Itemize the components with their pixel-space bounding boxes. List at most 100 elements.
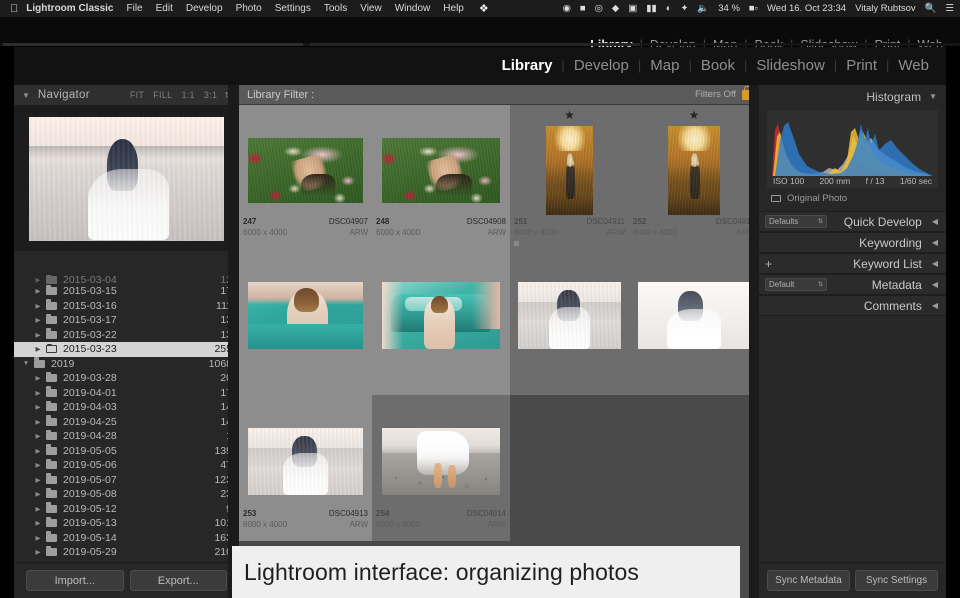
- module-library[interactable]: Library: [493, 57, 562, 74]
- export-button[interactable]: Export...: [129, 570, 227, 591]
- menu-app-name[interactable]: Lightroom Classic: [26, 3, 113, 14]
- triangle-left-icon[interactable]: ◀: [932, 259, 938, 268]
- triangle-right-icon[interactable]: ▶: [30, 403, 46, 411]
- star-rating-icon[interactable]: ★: [564, 108, 575, 122]
- folder-row[interactable]: ▶ 2019-05-05 139: [14, 444, 239, 459]
- triangle-down-icon[interactable]: ▼: [929, 92, 937, 101]
- folder-row[interactable]: ▶ 2019-05-14 163: [14, 531, 239, 546]
- menubar-clock[interactable]: Wed 16. Oct 23:34: [767, 3, 846, 14]
- library-filter-bar[interactable]: Library Filter : Filters Off: [239, 85, 759, 105]
- folder-row[interactable]: ▶ 2015-03-15 17: [14, 284, 239, 299]
- folder-row[interactable]: ▶2019-05-129: [14, 502, 239, 517]
- triangle-right-icon[interactable]: ▶: [30, 276, 46, 284]
- thumbnail-cell[interactable]: 248 DSC04908 6000 x 4000 ARW: [372, 105, 510, 249]
- zoom-mode-3-1[interactable]: 3:1: [204, 90, 217, 100]
- thumbnail-cell[interactable]: [372, 249, 510, 395]
- menu-item-help[interactable]: Help: [443, 3, 464, 14]
- sync-settings-button[interactable]: Sync Settings: [855, 570, 938, 591]
- menu-item-file[interactable]: File: [127, 3, 143, 14]
- module-print[interactable]: Print: [837, 57, 886, 74]
- menu-item-photo[interactable]: Photo: [236, 3, 262, 14]
- module-map[interactable]: Map: [641, 57, 688, 74]
- search-icon[interactable]: 🔍: [925, 3, 937, 14]
- triangle-right-icon[interactable]: ▶: [30, 302, 46, 310]
- left-panel-scrollbar[interactable]: [228, 85, 239, 598]
- display-icon[interactable]: ▣: [628, 3, 637, 14]
- bluetooth-icon[interactable]: ✦: [680, 3, 688, 14]
- panel-section-comments[interactable]: Comments ◀: [759, 295, 946, 316]
- triangle-right-icon[interactable]: ▶: [30, 447, 46, 455]
- triangle-right-icon[interactable]: ▶: [30, 490, 46, 498]
- thumbnail-cell[interactable]: 253 DSC04913 6000 x 4000 ARW: [239, 395, 372, 541]
- triangle-left-icon[interactable]: ◀: [932, 301, 938, 310]
- folder-tree[interactable]: ▶ 2015-03-04 12 ▶ 2015-03-15 17 ▶ 2015-03-16 111…: [14, 275, 239, 598]
- wifi-icon[interactable]: ◐: [666, 3, 672, 14]
- folder-row[interactable]: ▶ 2015-03-17 13: [14, 313, 239, 328]
- menu-item-tools[interactable]: Tools: [324, 3, 347, 14]
- module-web[interactable]: Web: [889, 57, 938, 74]
- triangle-left-icon[interactable]: ◀: [932, 238, 938, 247]
- menu-item-develop[interactable]: Develop: [186, 3, 223, 14]
- thumbnail-cell[interactable]: [629, 249, 759, 395]
- folder-row[interactable]: ▶ 2019-05-07 123: [14, 473, 239, 488]
- menu-item-settings[interactable]: Settings: [275, 3, 311, 14]
- triangle-right-icon[interactable]: ▶: [30, 287, 46, 295]
- triangle-right-icon[interactable]: ▶: [30, 432, 46, 440]
- module-slideshow[interactable]: Slideshow: [747, 57, 833, 74]
- folder-row[interactable]: ▶ 2019-05-29 210: [14, 545, 239, 560]
- histogram-header[interactable]: Histogram ▼: [759, 85, 946, 108]
- triangle-right-icon[interactable]: ▶: [30, 505, 46, 513]
- target-icon[interactable]: ◎: [595, 3, 603, 14]
- thumbnail-cell[interactable]: 247 DSC04907 6000 x 4000 ARW: [239, 105, 372, 249]
- folder-row[interactable]: ▶ 2019-04-01 17: [14, 386, 239, 401]
- triangle-right-icon[interactable]: ▶: [30, 316, 46, 324]
- import-button[interactable]: Import...: [26, 570, 124, 591]
- original-photo-row[interactable]: Original Photo: [759, 188, 946, 211]
- folder-row[interactable]: ▶ 2019-05-13 101: [14, 516, 239, 531]
- triangle-right-icon[interactable]: ▶: [30, 389, 46, 397]
- triangle-right-icon[interactable]: ▶: [30, 548, 46, 556]
- filters-state-label[interactable]: Filters Off: [695, 89, 736, 100]
- folder-row[interactable]: ▶ 2019-05-08 23: [14, 487, 239, 502]
- thumbnail-grid[interactable]: 247 DSC04907 6000 x 4000 ARW 248 DSC04908 6000…: [239, 105, 759, 598]
- module-develop[interactable]: Develop: [565, 57, 638, 74]
- flag-icon[interactable]: ⚑: [617, 382, 625, 393]
- record-icon[interactable]: ◉: [563, 3, 571, 14]
- zoom-mode-1-1[interactable]: 1:1: [181, 90, 194, 100]
- zoom-mode-fill[interactable]: FILL: [153, 90, 172, 100]
- volume-icon[interactable]: 🔈: [697, 3, 709, 14]
- preset-dropdown[interactable]: Default ⇅: [765, 278, 827, 291]
- screen-share-icon[interactable]: ■: [580, 3, 586, 14]
- folder-row[interactable]: ▶ 2019-03-28 20: [14, 371, 239, 386]
- navigator-preview[interactable]: [14, 106, 239, 251]
- preset-dropdown[interactable]: Defaults ⇅: [765, 215, 827, 228]
- flag-icon[interactable]: ▮▮: [646, 3, 656, 14]
- panel-section-metadata[interactable]: Default ⇅ Metadata ◀: [759, 274, 946, 295]
- panel-section-quick-develop[interactable]: Defaults ⇅ Quick Develop ◀: [759, 211, 946, 232]
- triangle-down-icon[interactable]: ▼: [22, 91, 30, 100]
- thumbnail-cell[interactable]: [239, 249, 372, 395]
- thumbnail-badge[interactable]: [513, 240, 520, 247]
- panel-section-keyword-list[interactable]: + Keyword List ◀: [759, 253, 946, 274]
- control-center-icon[interactable]: ☰: [945, 3, 954, 14]
- triangle-right-icon[interactable]: ▶: [30, 461, 46, 469]
- sync-metadata-button[interactable]: Sync Metadata: [767, 570, 850, 591]
- menu-item-view[interactable]: View: [360, 3, 382, 14]
- module-book[interactable]: Book: [692, 57, 744, 74]
- right-panel-scrollbar[interactable]: [749, 85, 759, 598]
- folder-row[interactable]: ▶ 2019-04-03 14: [14, 400, 239, 415]
- window-scrollbar[interactable]: [0, 43, 960, 46]
- triangle-right-icon[interactable]: ▶: [30, 331, 46, 339]
- star-rating-icon[interactable]: ★: [689, 108, 700, 122]
- folder-row[interactable]: ▼ 2019 1068: [14, 357, 239, 372]
- thumbnail-cell[interactable]: ★ 251 DSC04911 6000 x 4000 ARW: [510, 105, 629, 249]
- triangle-left-icon[interactable]: ◀: [932, 280, 938, 289]
- triangle-right-icon[interactable]: ▶: [30, 418, 46, 426]
- thumbnail-cell[interactable]: 254 DSC04914 6000 x 4000 ARW: [372, 395, 510, 541]
- folder-row[interactable]: ▶ 2019-04-25 14: [14, 415, 239, 430]
- battery-icon[interactable]: ■▫: [749, 3, 758, 14]
- triangle-right-icon[interactable]: ▶: [30, 374, 46, 382]
- folder-row[interactable]: ▶ 2015-03-23 255: [14, 342, 239, 357]
- triangle-left-icon[interactable]: ◀: [932, 217, 938, 226]
- folder-row[interactable]: ▶ 2015-03-16 111: [14, 299, 239, 314]
